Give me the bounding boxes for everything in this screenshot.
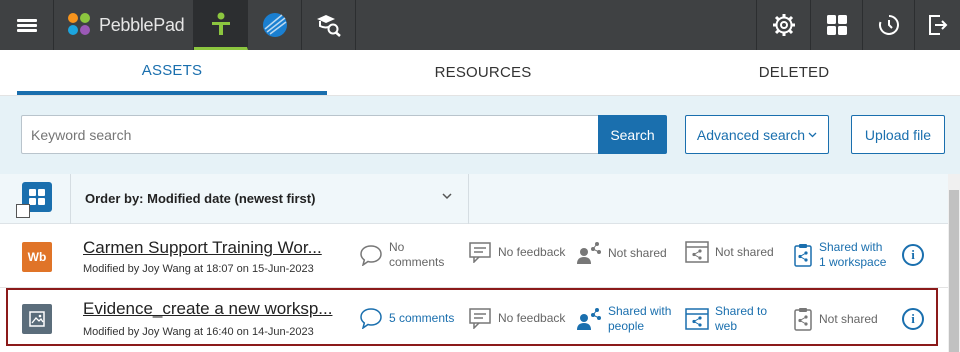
search-button[interactable]: Search <box>598 115 667 154</box>
share-people-label: Not shared <box>608 245 667 260</box>
comments-label-line2: comments <box>389 255 445 269</box>
dashboard-icon <box>826 15 847 35</box>
comment-icon <box>360 308 382 329</box>
share-workspace-status[interactable]: Not shared <box>793 307 878 331</box>
brand-name: PebblePad <box>99 14 185 35</box>
feedback-status[interactable]: No feedback <box>468 307 565 329</box>
feedback-icon <box>469 308 491 329</box>
resource-search-button[interactable] <box>302 0 356 50</box>
share-web-status[interactable]: Shared to web <box>685 304 767 334</box>
comment-icon <box>360 245 382 266</box>
share-people-icon <box>577 308 601 330</box>
share-web-line1: Shared to <box>715 304 768 318</box>
share-workspace-icon <box>794 244 812 267</box>
comments-label-line1: No <box>389 240 405 254</box>
comments-status[interactable]: No comments <box>359 240 444 270</box>
tab-deleted[interactable]: DELETED <box>639 50 949 95</box>
info-icon[interactable]: i <box>902 308 924 330</box>
asset-store-icon <box>211 12 230 35</box>
order-bar: Order by: Modified date (newest first) <box>0 174 948 224</box>
divider <box>468 174 469 224</box>
comments-label: 5 comments <box>389 310 455 325</box>
select-all-checkbox[interactable] <box>16 204 30 218</box>
topbar-right-actions <box>756 0 960 50</box>
history-button[interactable] <box>862 0 914 50</box>
evidence-thumbnail <box>22 304 52 334</box>
feedback-icon <box>469 242 491 263</box>
settings-button[interactable] <box>756 0 810 50</box>
feedback-label: No feedback <box>498 310 566 325</box>
asset-store-button[interactable] <box>194 0 248 50</box>
tab-resources[interactable]: RESOURCES <box>327 50 639 95</box>
pebblepad-logo-icon <box>68 13 92 37</box>
asset-modified-info: Modified by Joy Wang at 16:40 on 14-Jun-… <box>83 326 314 338</box>
history-icon <box>878 15 899 35</box>
keyword-search-input[interactable] <box>21 115 599 154</box>
share-web-label: Not shared <box>715 244 774 259</box>
atlas-button[interactable] <box>248 0 302 50</box>
share-web-line2: web <box>715 319 738 333</box>
share-web-status[interactable]: Not shared <box>685 241 774 263</box>
asset-row[interactable]: Wb Carmen Support Training Wor... Modifi… <box>0 224 948 288</box>
logout-button[interactable] <box>914 0 960 50</box>
tab-assets[interactable]: ASSETS <box>17 50 327 95</box>
image-icon <box>29 311 45 327</box>
workbook-badge: Wb <box>22 242 52 272</box>
top-navigation-bar: PebblePad <box>0 0 960 50</box>
asset-row-selected[interactable]: Evidence_create a new worksp... Modified… <box>6 288 938 346</box>
divider <box>70 174 71 224</box>
grid-view-icon <box>29 189 45 205</box>
advanced-search-label: Advanced search <box>696 126 806 143</box>
asset-modified-info: Modified by Joy Wang at 18:07 on 15-Jun-… <box>83 263 314 275</box>
feedback-label: No feedback <box>498 244 566 259</box>
order-by-select[interactable]: Order by: Modified date (newest first) <box>85 191 315 206</box>
asset-title-link[interactable]: Evidence_create a new worksp... <box>83 299 332 319</box>
chevron-down-icon[interactable] <box>440 189 454 203</box>
workspace-label-line1: Shared with <box>819 240 883 254</box>
feedback-status[interactable]: No feedback <box>468 241 565 263</box>
settings-icon <box>772 14 795 36</box>
resource-search-icon <box>316 15 341 37</box>
search-panel: Search Advanced search Upload file <box>0 96 960 174</box>
share-people-status[interactable]: Shared with people <box>576 304 671 334</box>
workspace-label-line2: 1 workspace <box>819 255 887 269</box>
upload-file-button[interactable]: Upload file <box>851 115 945 154</box>
menu-icon <box>16 17 37 34</box>
info-icon[interactable]: i <box>902 244 924 266</box>
share-people-status[interactable]: Not shared <box>576 241 667 265</box>
share-web-icon <box>685 308 709 330</box>
brand-logo[interactable]: PebblePad <box>54 0 194 50</box>
share-workspace-icon <box>794 308 812 331</box>
share-people-line2: people <box>608 319 645 333</box>
logout-icon <box>928 15 947 35</box>
share-people-line1: Shared with <box>608 304 672 318</box>
asset-tabs: ASSETS RESOURCES DELETED <box>0 50 960 96</box>
advanced-search-button[interactable]: Advanced search <box>685 115 829 154</box>
share-people-icon <box>577 242 601 264</box>
scrollbar-thumb[interactable] <box>949 190 959 352</box>
asset-title-link[interactable]: Carmen Support Training Wor... <box>83 238 322 258</box>
atlas-icon <box>262 13 287 37</box>
comments-status[interactable]: 5 comments <box>359 307 454 329</box>
chevron-down-icon <box>808 132 817 137</box>
dashboard-button[interactable] <box>810 0 862 50</box>
share-web-icon <box>685 241 709 263</box>
menu-button[interactable] <box>0 0 54 50</box>
workspace-label: Not shared <box>819 311 878 326</box>
share-workspace-status[interactable]: Shared with 1 workspace <box>793 240 886 270</box>
